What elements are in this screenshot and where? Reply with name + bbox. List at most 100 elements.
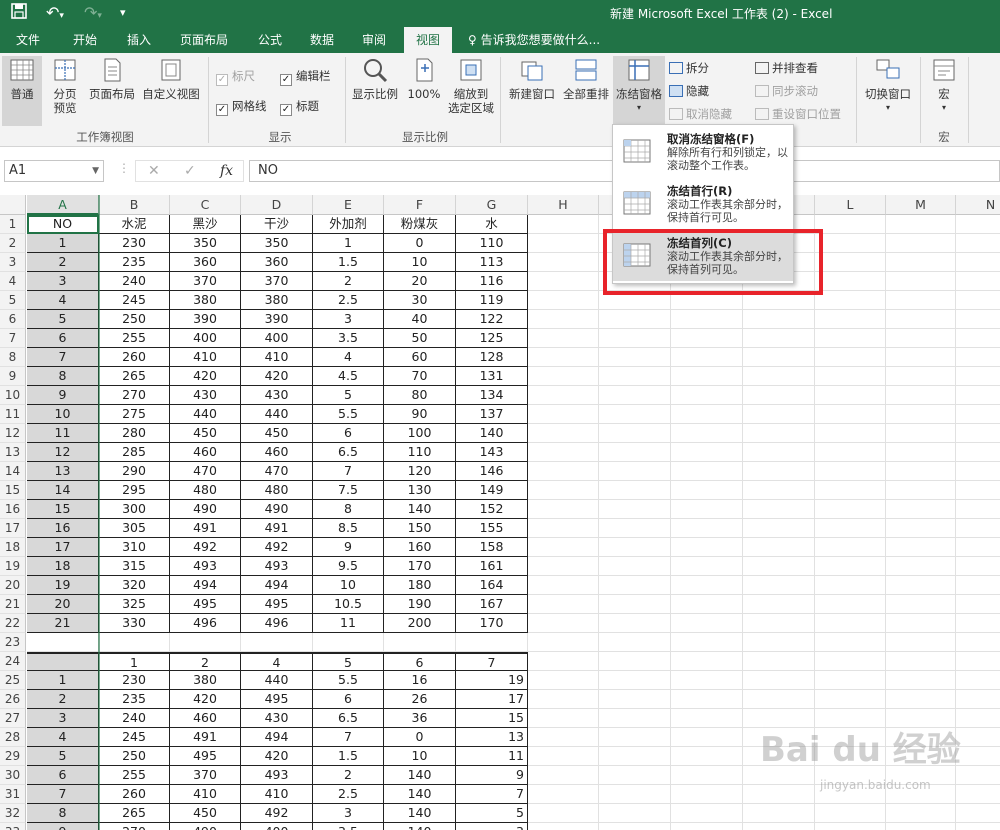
cell-k25[interactable] <box>743 671 815 690</box>
cell-j10[interactable] <box>671 386 743 405</box>
cell-a28[interactable]: 4 <box>27 728 99 747</box>
cell-e25[interactable]: 5.5 <box>313 671 384 690</box>
cell-g22[interactable]: 170 <box>456 614 528 633</box>
cell-h2[interactable] <box>528 234 599 253</box>
tab-view[interactable]: 视图 <box>404 27 452 53</box>
cell-l22[interactable] <box>815 614 886 633</box>
row-header[interactable]: 3 <box>0 253 26 272</box>
cell-d32[interactable]: 492 <box>241 804 313 823</box>
column-header-e[interactable]: E <box>313 195 384 215</box>
cell-a22[interactable]: 21 <box>27 614 99 633</box>
column-header-h[interactable]: H <box>528 195 599 215</box>
cell-c1[interactable]: 黑沙 <box>170 215 241 234</box>
cell-h15[interactable] <box>528 481 599 500</box>
cell-m22[interactable] <box>886 614 956 633</box>
cell-k9[interactable] <box>743 367 815 386</box>
cell-h11[interactable] <box>528 405 599 424</box>
cell-a29[interactable]: 5 <box>27 747 99 766</box>
cell-n14[interactable] <box>956 462 1000 481</box>
cell-e11[interactable]: 5.5 <box>313 405 384 424</box>
cell-d9[interactable]: 420 <box>241 367 313 386</box>
row-header[interactable]: 11 <box>0 405 26 424</box>
cell-b5[interactable]: 245 <box>99 291 170 310</box>
cell-j29[interactable] <box>671 747 743 766</box>
cell-j24[interactable] <box>671 652 743 671</box>
row-header[interactable]: 25 <box>0 671 26 690</box>
cell-k18[interactable] <box>743 538 815 557</box>
cell-e13[interactable]: 6.5 <box>313 443 384 462</box>
cell-f24[interactable]: 6 <box>384 652 456 671</box>
cell-d10[interactable]: 430 <box>241 386 313 405</box>
cell-l19[interactable] <box>815 557 886 576</box>
cell-g32[interactable]: 5 <box>456 804 528 823</box>
cell-k7[interactable] <box>743 329 815 348</box>
cell-c11[interactable]: 440 <box>170 405 241 424</box>
unfreeze-panes-item[interactable]: 取消冻结窗格(F) 解除所有行和列锁定，以滚动整个工作表。 <box>613 127 793 177</box>
cell-f29[interactable]: 10 <box>384 747 456 766</box>
cell-e31[interactable]: 2.5 <box>313 785 384 804</box>
tab-file[interactable]: 文件 <box>6 27 50 53</box>
cell-g9[interactable]: 131 <box>456 367 528 386</box>
cell-f11[interactable]: 90 <box>384 405 456 424</box>
cell-b27[interactable]: 240 <box>99 709 170 728</box>
cell-m26[interactable] <box>886 690 956 709</box>
cell-c2[interactable]: 350 <box>170 234 241 253</box>
cell-b16[interactable]: 300 <box>99 500 170 519</box>
cell-d29[interactable]: 420 <box>241 747 313 766</box>
cell-g12[interactable]: 140 <box>456 424 528 443</box>
cell-b6[interactable]: 250 <box>99 310 170 329</box>
cell-b24[interactable]: 1 <box>99 652 170 671</box>
cell-b13[interactable]: 285 <box>99 443 170 462</box>
row-header[interactable]: 22 <box>0 614 26 633</box>
cell-k26[interactable] <box>743 690 815 709</box>
cell-i20[interactable] <box>599 576 671 595</box>
cell-e28[interactable]: 7 <box>313 728 384 747</box>
cell-d13[interactable]: 460 <box>241 443 313 462</box>
cell-f27[interactable]: 36 <box>384 709 456 728</box>
cell-g30[interactable]: 9 <box>456 766 528 785</box>
select-all-corner[interactable] <box>0 195 26 215</box>
row-header[interactable]: 13 <box>0 443 26 462</box>
column-header-f[interactable]: F <box>384 195 456 215</box>
cell-l16[interactable] <box>815 500 886 519</box>
cell-m6[interactable] <box>886 310 956 329</box>
cell-g24[interactable]: 7 <box>456 652 528 671</box>
row-header[interactable]: 28 <box>0 728 26 747</box>
cell-e18[interactable]: 9 <box>313 538 384 557</box>
hide-button[interactable]: 隐藏 <box>669 84 709 98</box>
cell-j31[interactable] <box>671 785 743 804</box>
cell-e7[interactable]: 3.5 <box>313 329 384 348</box>
cell-a32[interactable]: 8 <box>27 804 99 823</box>
cell-g19[interactable]: 161 <box>456 557 528 576</box>
cell-n10[interactable] <box>956 386 1000 405</box>
cell-n6[interactable] <box>956 310 1000 329</box>
cell-l7[interactable] <box>815 329 886 348</box>
cell-g18[interactable]: 158 <box>456 538 528 557</box>
cell-c19[interactable]: 493 <box>170 557 241 576</box>
cell-d28[interactable]: 494 <box>241 728 313 747</box>
cell-d3[interactable]: 360 <box>241 253 313 272</box>
cell-d33[interactable]: 400 <box>241 823 313 830</box>
cell-c28[interactable]: 491 <box>170 728 241 747</box>
cell-d18[interactable]: 492 <box>241 538 313 557</box>
cell-h19[interactable] <box>528 557 599 576</box>
cell-m20[interactable] <box>886 576 956 595</box>
cell-j22[interactable] <box>671 614 743 633</box>
cell-i33[interactable] <box>599 823 671 830</box>
cell-g31[interactable]: 7 <box>456 785 528 804</box>
arrange-all-button[interactable]: 全部重排 <box>560 56 612 101</box>
tab-page-layout[interactable]: 页面布局 <box>172 27 236 53</box>
row-header[interactable]: 26 <box>0 690 26 709</box>
cell-a19[interactable]: 18 <box>27 557 99 576</box>
cell-e10[interactable]: 5 <box>313 386 384 405</box>
cell-j19[interactable] <box>671 557 743 576</box>
cell-c5[interactable]: 380 <box>170 291 241 310</box>
cell-n7[interactable] <box>956 329 1000 348</box>
cell-n5[interactable] <box>956 291 1000 310</box>
cell-m24[interactable] <box>886 652 956 671</box>
cell-d23[interactable] <box>241 633 313 652</box>
cell-i17[interactable] <box>599 519 671 538</box>
cell-c13[interactable]: 460 <box>170 443 241 462</box>
cell-i13[interactable] <box>599 443 671 462</box>
cell-f20[interactable]: 180 <box>384 576 456 595</box>
